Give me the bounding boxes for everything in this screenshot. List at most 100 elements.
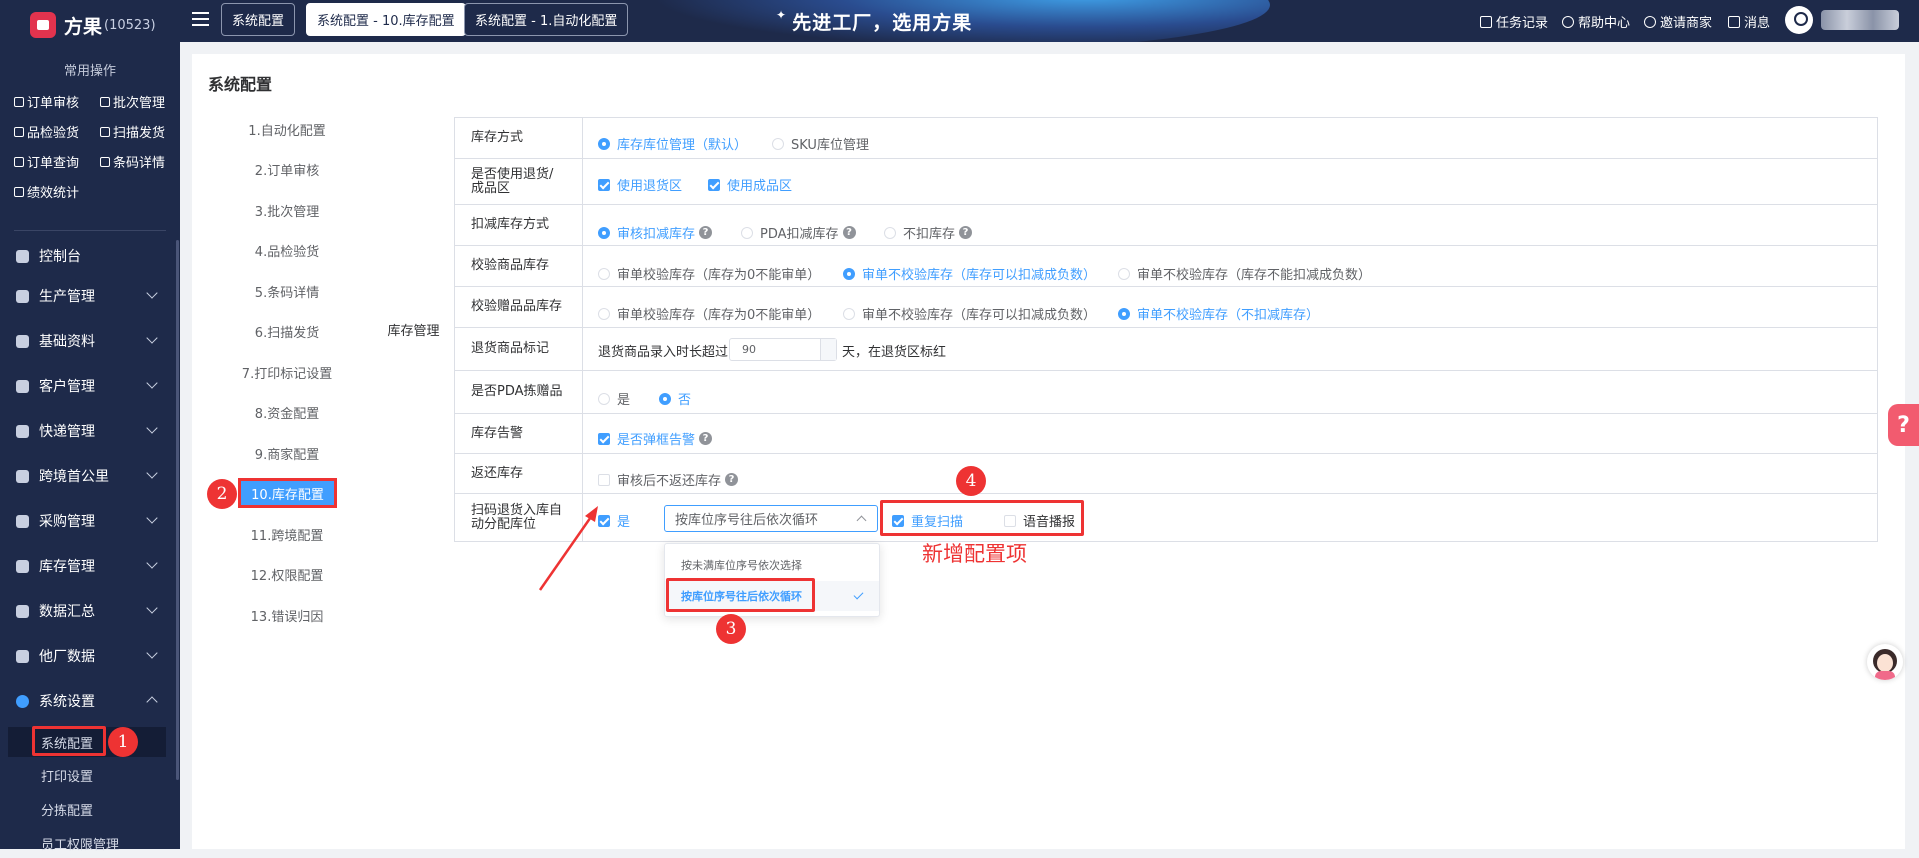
menu-item-basic-data[interactable]: 基础资料 (0, 321, 180, 361)
stepper-arrows-icon[interactable] (820, 339, 836, 360)
question-icon[interactable]: ? (725, 473, 739, 486)
tab-automation-config[interactable]: 系统配置 - 1.自动化配置 (464, 3, 629, 36)
invite-icon (1644, 15, 1656, 28)
chevron-down-icon (146, 647, 158, 659)
radio-icon (1118, 267, 1130, 280)
pda-gift-radio[interactable]: 是 (598, 389, 630, 408)
row-divider (455, 453, 1878, 454)
radio-icon (843, 307, 855, 320)
radio-icon (741, 226, 753, 239)
config-nav-item[interactable]: 3.批次管理 (232, 195, 342, 225)
config-nav-item-active[interactable]: 10.库存配置 (238, 478, 337, 508)
question-icon[interactable]: ? (842, 226, 856, 239)
submenu-sorting-config[interactable]: 分拣配置 (0, 794, 180, 824)
config-nav-item[interactable]: 12.权限配置 (232, 559, 342, 589)
customer-icon (16, 379, 29, 393)
radio-checked-icon (598, 226, 610, 239)
verify-gift-radio[interactable]: 审单不校验库存（不扣减库存） (1118, 304, 1319, 323)
question-icon[interactable]: ? (699, 432, 713, 445)
production-icon (16, 289, 29, 303)
quick-item[interactable]: 订单审核 (14, 92, 79, 111)
row-divider (455, 286, 1878, 287)
allocation-mode-select[interactable]: 按库位序号往后依次循环 (664, 505, 878, 532)
dropdown-option[interactable]: 按未满库位序号依次选择 (665, 550, 879, 580)
quick-item[interactable]: 品检验货 (14, 122, 79, 141)
task-record-link[interactable]: 任务记录 (1480, 12, 1548, 31)
stock-mode-radio[interactable]: 库存库位管理（默认） (598, 134, 747, 153)
stock-alert-checkbox[interactable]: 是否弹框告警? (598, 429, 713, 448)
messages-link[interactable]: 消息 (1728, 12, 1770, 31)
quick-op-icon (14, 126, 24, 137)
app-logo[interactable]: 方果 (10523) (0, 0, 180, 50)
deduct-mode-radio[interactable]: 不扣库存? (884, 223, 973, 242)
config-nav-item[interactable]: 6.扫描发货 (232, 316, 342, 346)
config-nav-item[interactable]: 4.品检验货 (232, 235, 342, 265)
message-icon (1728, 15, 1740, 28)
verify-goods-radio[interactable]: 审单校验库存（库存为0不能审单） (598, 264, 820, 283)
inventory-icon (16, 559, 29, 573)
help-center-link[interactable]: 帮助中心 (1562, 12, 1630, 31)
verify-gift-radio[interactable]: 审单校验库存（库存为0不能审单） (598, 304, 820, 323)
tab-inventory-config[interactable]: 系统配置 - 10.库存配置 (306, 3, 466, 36)
menu-item-system-settings[interactable]: 系统设置 (0, 681, 180, 721)
deduct-mode-radio[interactable]: PDA扣减库存? (741, 223, 856, 242)
row-label: 库存告警 (455, 414, 583, 453)
config-nav-item[interactable]: 2.订单审核 (232, 154, 342, 184)
pda-gift-radio[interactable]: 否 (659, 389, 691, 408)
assistant-avatar[interactable] (1867, 644, 1903, 680)
quick-item[interactable]: 批次管理 (100, 92, 165, 111)
menu-item-production[interactable]: 生产管理 (0, 276, 180, 316)
tab-system-config[interactable]: 系统配置 (221, 3, 296, 36)
submenu-staff-permissions[interactable]: 员工权限管理 (0, 828, 180, 858)
return-days-input[interactable]: 90 (729, 338, 837, 361)
menu-item-data-summary[interactable]: 数据汇总 (0, 591, 180, 631)
menu-item-customer[interactable]: 客户管理 (0, 366, 180, 406)
config-nav-item[interactable]: 5.条码详情 (232, 276, 342, 306)
menu-item-factory-data[interactable]: 他厂数据 (0, 636, 180, 676)
task-icon (1480, 15, 1492, 28)
deduct-mode-radio[interactable]: 审核扣减库存? (598, 223, 713, 242)
config-nav-item[interactable]: 11.跨境配置 (232, 519, 342, 549)
return-stock-checkbox[interactable]: 审核后不返还库存? (598, 470, 739, 489)
question-icon[interactable]: ? (959, 226, 973, 239)
repeat-scan-checkbox[interactable]: 重复扫描 (892, 511, 963, 530)
row-label: 扣减库存方式 (455, 205, 583, 245)
submenu-print-settings[interactable]: 打印设置 (0, 760, 180, 790)
question-icon: ? (1897, 412, 1910, 438)
stock-mode-radio[interactable]: SKU库位管理 (772, 134, 869, 153)
row-divider (455, 204, 1878, 205)
voice-broadcast-checkbox[interactable]: 语音播报 (1004, 511, 1075, 530)
menu-item-dashboard[interactable]: 控制台 (0, 236, 180, 276)
config-nav-item[interactable]: 9.商家配置 (232, 438, 342, 468)
config-nav-item[interactable]: 13.错误归因 (232, 600, 342, 630)
config-nav-item[interactable]: 7.打印标记设置 (232, 357, 342, 387)
config-nav-item[interactable]: 1.自动化配置 (232, 114, 342, 144)
quick-item[interactable]: 订单查询 (14, 152, 79, 171)
verify-gift-radio[interactable]: 审单不校验库存（库存可以扣减成负数） (843, 304, 1096, 323)
verify-goods-radio[interactable]: 审单不校验库存（库存可以扣减成负数） (843, 264, 1096, 283)
config-nav-item[interactable]: 8.资金配置 (232, 397, 342, 427)
settings-icon (16, 694, 29, 708)
quick-item[interactable]: 扫描发货 (100, 122, 165, 141)
pie-chart-icon (16, 604, 29, 618)
help-float-button[interactable]: ? (1888, 404, 1919, 446)
question-icon[interactable]: ? (699, 226, 713, 239)
verify-goods-radio[interactable]: 审单不校验库存（库存不能扣减成负数） (1118, 264, 1371, 283)
user-avatar[interactable] (1785, 6, 1813, 34)
chevron-up-icon (856, 515, 867, 526)
menu-item-purchase[interactable]: 采购管理 (0, 501, 180, 541)
menu-item-cross-border[interactable]: 跨境首公里 (0, 456, 180, 496)
invite-merchant-link[interactable]: 邀请商家 (1644, 12, 1712, 31)
help-icon (1562, 15, 1574, 28)
use-finished-area-checkbox[interactable]: 使用成品区 (708, 175, 792, 194)
quick-item[interactable]: 绩效统计 (14, 182, 79, 201)
menu-item-inventory[interactable]: 库存管理 (0, 546, 180, 586)
menu-toggle-icon[interactable] (192, 12, 209, 26)
use-return-area-checkbox[interactable]: 使用退货区 (598, 175, 682, 194)
header-slogan: ✦ 先进工厂，选用方果 (776, 8, 973, 34)
quick-item[interactable]: 条码详情 (100, 152, 165, 171)
sidebar-scrollbar[interactable] (176, 240, 179, 780)
radio-icon (598, 307, 610, 320)
menu-item-express[interactable]: 快递管理 (0, 411, 180, 451)
checkbox-checked-icon (598, 432, 610, 445)
